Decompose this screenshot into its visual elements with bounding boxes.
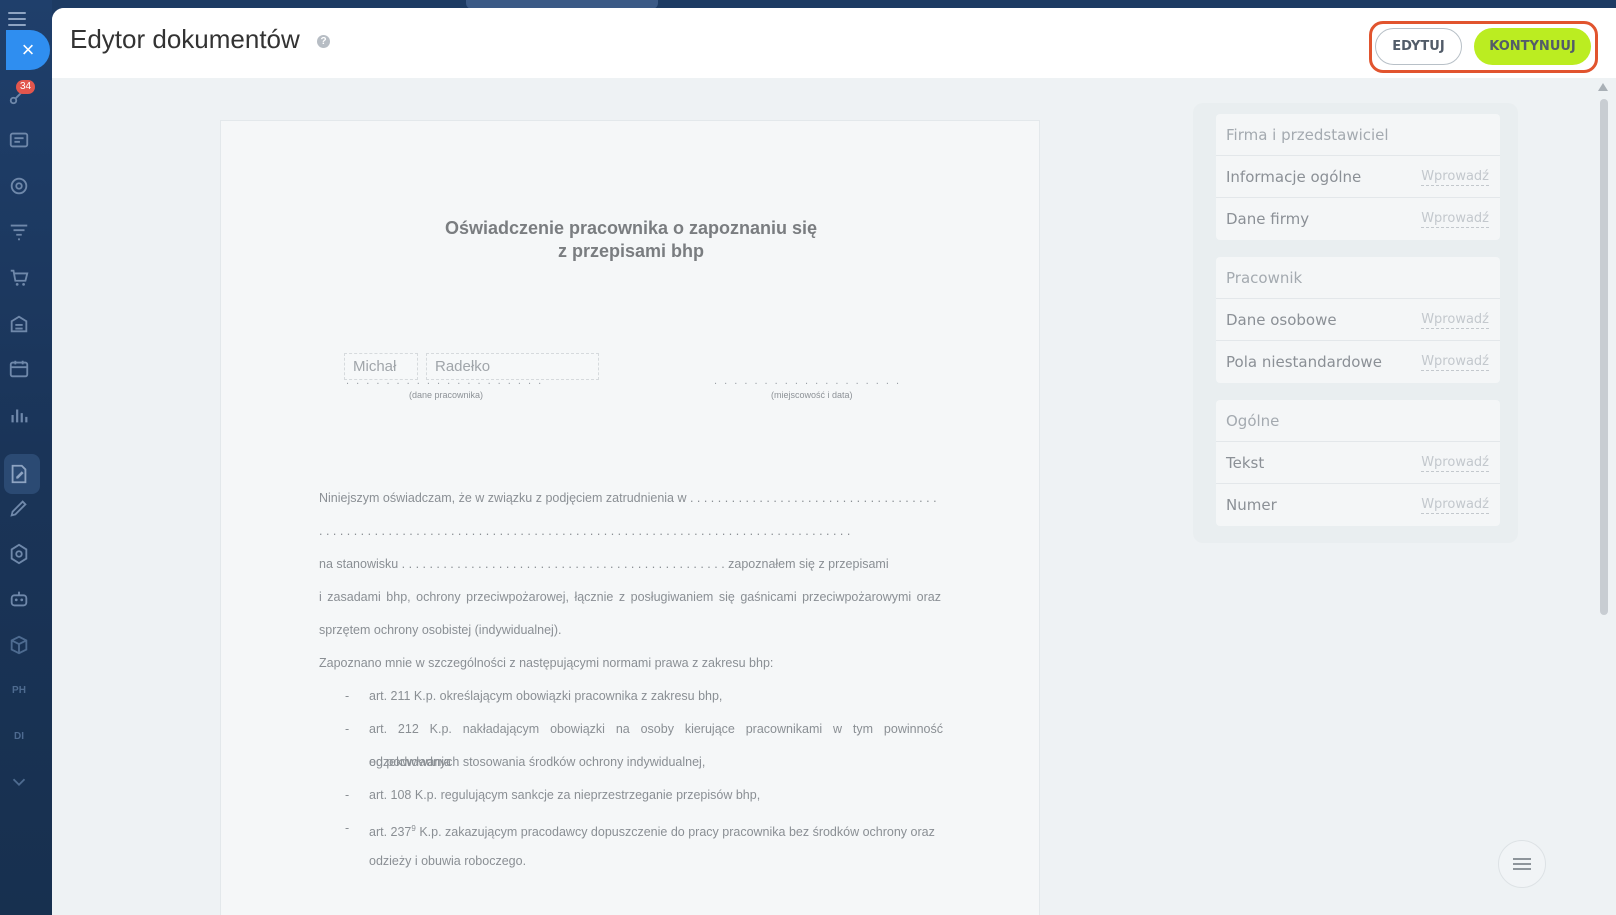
- list-menu-button[interactable]: [1498, 840, 1546, 888]
- fields-panel: Firma i przedstawiciel Informacje ogólne…: [1193, 103, 1518, 543]
- document-preview: Oświadczenie pracownika o zapoznaniu się…: [220, 120, 1040, 915]
- field-group-company: Firma i przedstawiciel Informacje ogólne…: [1216, 114, 1500, 240]
- calendar-icon[interactable]: [6, 356, 32, 382]
- chevron-down-icon[interactable]: [6, 769, 32, 795]
- list-item: - art. 212 K.p. nakładającym obowiązki n…: [345, 722, 943, 769]
- field-group-general: Ogólne Tekst Wprowadź Numer Wprowadź: [1216, 400, 1500, 526]
- store-icon[interactable]: [6, 311, 32, 337]
- place-dots: . . . . . . . . . . . . . . . . . . . . …: [714, 375, 904, 387]
- cube-icon[interactable]: [6, 632, 32, 658]
- field-row-general-info[interactable]: Informacje ogólne Wprowadź: [1216, 156, 1500, 198]
- employee-caption: (dane pracownika): [409, 390, 484, 400]
- scroll-up-arrow-icon[interactable]: [1598, 83, 1608, 91]
- paragraph-2c: sprzętem ochrony osobistej (indywidualne…: [319, 623, 562, 637]
- list-item: - art. 2379 K.p. zakazującym pracodawcy …: [345, 821, 935, 868]
- editor-header: Edytor dokumentów ? EDYTUJ KONTYNUUJ: [52, 8, 1616, 78]
- funnel-icon[interactable]: [6, 219, 32, 245]
- enter-link[interactable]: Wprowadź: [1421, 211, 1489, 228]
- pen-icon[interactable]: [6, 495, 32, 521]
- paragraph-2a: na stanowisku . . . . . . . . . . . . . …: [319, 557, 889, 571]
- enter-link[interactable]: Wprowadź: [1421, 354, 1489, 371]
- paragraph-3: Zapoznano mnie w szczególności z następu…: [319, 656, 774, 670]
- enter-link[interactable]: Wprowadź: [1421, 455, 1489, 472]
- list-item: - art. 211 K.p. określającym obowiązki p…: [345, 689, 723, 703]
- edit-button[interactable]: EDYTUJ: [1375, 28, 1462, 65]
- field-group-employee: Pracownik Dane osobowe Wprowadź Pola nie…: [1216, 257, 1500, 383]
- page-title: Edytor dokumentów: [70, 24, 300, 54]
- employee-dots: . . . . . . . . . . . . . . . . . . . . …: [346, 375, 546, 387]
- document-title: Oświadczenie pracownika o zapoznaniu się…: [444, 218, 818, 261]
- enter-link[interactable]: Wprowadź: [1421, 169, 1489, 186]
- field-row-text[interactable]: Tekst Wprowadź: [1216, 442, 1500, 484]
- notification-badge: 34: [16, 80, 36, 94]
- analytics-icon[interactable]: [6, 402, 32, 428]
- scrollbar[interactable]: [1598, 83, 1608, 915]
- left-sidebar: × 34 PH DI: [0, 0, 52, 915]
- field-row-company-data[interactable]: Dane firmy Wprowadź: [1216, 198, 1500, 240]
- scrollbar-thumb[interactable]: [1600, 99, 1608, 615]
- list-icon: [1513, 855, 1531, 873]
- document-editor-panel: Edytor dokumentów ? EDYTUJ KONTYNUUJ Ośw…: [52, 8, 1616, 915]
- field-row-personal-data[interactable]: Dane osobowe Wprowadź: [1216, 299, 1500, 341]
- crm-card-icon[interactable]: [6, 127, 32, 153]
- cart-icon[interactable]: [6, 265, 32, 291]
- paragraph-2b: i zasadami bhp, ochrony przeciwpożarowej…: [319, 590, 941, 604]
- di-text-icon[interactable]: DI: [6, 723, 32, 749]
- robot-icon[interactable]: [6, 586, 32, 612]
- list-item: - art. 108 K.p. regulującym sankcje za n…: [345, 788, 761, 802]
- ph-text-icon[interactable]: PH: [6, 677, 32, 703]
- close-icon: ×: [21, 37, 35, 62]
- field-row-custom-fields[interactable]: Pola niestandardowe Wprowadź: [1216, 341, 1500, 383]
- document-sign-icon[interactable]: [6, 461, 32, 487]
- group-title: Pracownik: [1216, 257, 1500, 299]
- paragraph-1: Niniejszym oświadczam, że w związku z po…: [319, 491, 937, 505]
- enter-link[interactable]: Wprowadź: [1421, 497, 1489, 514]
- group-title: Ogólne: [1216, 400, 1500, 442]
- group-title: Firma i przedstawiciel: [1216, 114, 1500, 156]
- continue-button[interactable]: KONTYNUUJ: [1474, 28, 1591, 65]
- target-icon[interactable]: [6, 173, 32, 199]
- help-icon[interactable]: ?: [317, 35, 330, 48]
- close-button[interactable]: ×: [6, 30, 50, 70]
- paragraph-1-dots: . . . . . . . . . . . . . . . . . . . . …: [319, 524, 851, 538]
- place-caption: (miejscowość i data): [771, 390, 853, 400]
- field-row-number[interactable]: Numer Wprowadź: [1216, 484, 1500, 526]
- menu-icon[interactable]: [8, 12, 26, 26]
- enter-link[interactable]: Wprowadź: [1421, 312, 1489, 329]
- hexagon-icon[interactable]: [6, 541, 32, 567]
